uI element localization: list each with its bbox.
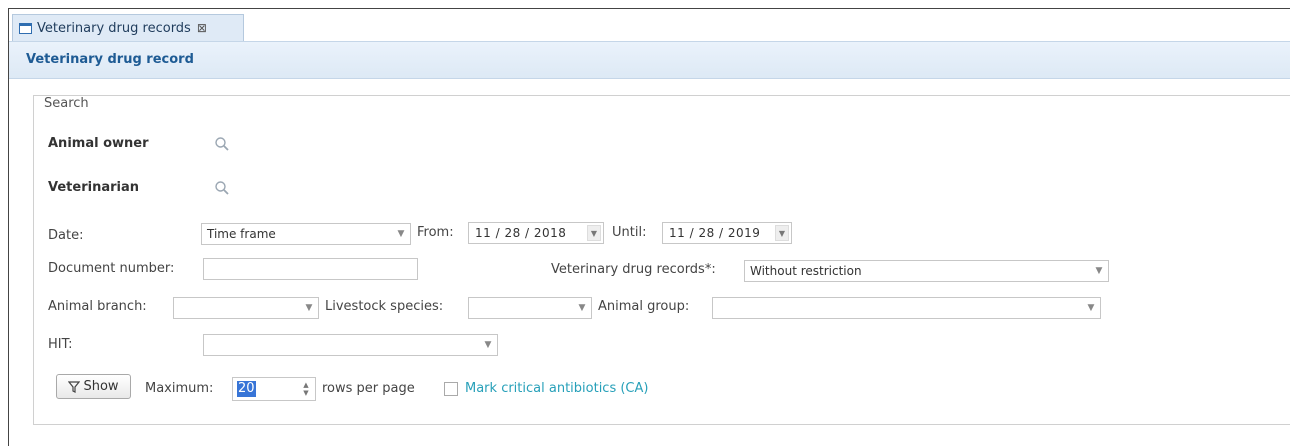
search-icon[interactable]: [214, 180, 230, 196]
tab-veterinary-drug-records[interactable]: Veterinary drug records ⊠: [12, 14, 244, 41]
from-date-value: 11 / 28 / 2018: [475, 226, 567, 240]
from-date-field[interactable]: 11 / 28 / 2018 ▼: [468, 222, 604, 244]
panel-title: Veterinary drug record: [26, 52, 194, 67]
livestock-species-label: Livestock species:: [325, 299, 444, 314]
date-type-value: Time frame: [207, 227, 276, 241]
rows-per-page-label: rows per page: [322, 381, 415, 396]
mark-critical-label[interactable]: Mark critical antibiotics (CA): [465, 381, 648, 396]
animal-branch-label: Animal branch:: [48, 299, 147, 314]
date-label: Date:: [48, 228, 84, 243]
tab-strip: Veterinary drug records ⊠: [9, 9, 1290, 42]
search-legend: Search: [40, 96, 93, 111]
spinner-icon[interactable]: ▲ ▼: [299, 380, 313, 398]
veterinarian-label: Veterinarian: [48, 180, 139, 195]
until-label: Until:: [612, 225, 647, 240]
show-label: Show: [83, 379, 119, 394]
livestock-species-select[interactable]: ▼: [468, 297, 592, 319]
document-number-field[interactable]: [203, 258, 418, 280]
veterinary-drug-records-select[interactable]: Without restriction ▼: [744, 260, 1109, 282]
filter-icon: [68, 380, 81, 393]
tab-label: Veterinary drug records: [37, 20, 191, 36]
dropdown-arrow-icon: ▼: [1087, 303, 1095, 313]
animal-branch-select[interactable]: ▼: [173, 297, 319, 319]
tab-window-icon: [19, 22, 32, 34]
dropdown-arrow-icon[interactable]: ▼: [587, 225, 601, 241]
document-number-label: Document number:: [48, 261, 175, 276]
mark-critical-checkbox[interactable]: [444, 382, 458, 396]
dropdown-arrow-icon: ▼: [484, 340, 492, 350]
date-type-select[interactable]: Time frame ▼: [201, 223, 411, 245]
dropdown-arrow-icon[interactable]: ▼: [775, 225, 789, 241]
animal-group-select[interactable]: ▼: [712, 297, 1101, 319]
close-icon[interactable]: ⊠: [197, 21, 207, 35]
until-date-field[interactable]: 11 / 28 / 2019 ▼: [662, 222, 792, 244]
search-icon[interactable]: [214, 136, 230, 152]
veterinary-drug-records-label: Veterinary drug records*:: [551, 262, 716, 277]
maximum-spinner[interactable]: 20 ▲ ▼: [232, 377, 316, 401]
dropdown-arrow-icon: ▼: [397, 229, 405, 239]
animal-owner-label: Animal owner: [48, 136, 149, 151]
maximum-value[interactable]: 20: [237, 381, 256, 397]
panel-header: Veterinary drug record: [9, 42, 1290, 79]
show-button[interactable]: Show: [56, 374, 131, 399]
until-date-value: 11 / 28 / 2019: [669, 226, 761, 240]
dropdown-arrow-icon: ▼: [305, 303, 313, 313]
dropdown-arrow-icon: ▼: [1095, 266, 1103, 276]
animal-group-label: Animal group:: [598, 299, 690, 314]
from-label: From:: [417, 225, 454, 240]
hit-label: HIT:: [48, 337, 73, 352]
hit-select[interactable]: ▼: [203, 334, 498, 356]
dropdown-arrow-icon: ▼: [578, 303, 586, 313]
vdr-value: Without restriction: [750, 264, 862, 278]
maximum-label: Maximum:: [145, 381, 214, 396]
